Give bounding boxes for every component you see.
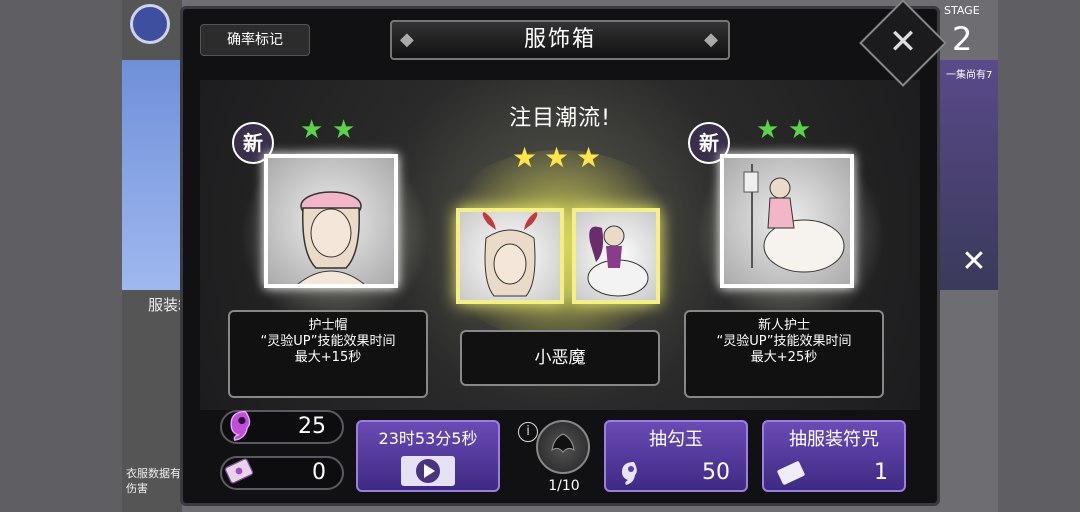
modal-title: 服饰箱 [390,20,730,60]
draw-magatama-label: 抽勾玉 [649,429,703,450]
stage-label: STAGE [944,4,980,17]
free-timer-label: 23时53分5秒 [378,429,478,448]
featured-heading: 注目潮流! [509,106,611,131]
center-stars: ★ ★ ★ [512,141,602,174]
info-icon[interactable]: i [518,422,538,442]
magatama-icon [230,410,251,441]
star-icon: ★ [512,141,538,174]
video-ad-icon [401,456,455,486]
gacha-emblem-icon [536,420,590,474]
star-icon: ★ [332,115,356,145]
right-stars: ★ ★ [756,115,812,145]
probability-button[interactable]: 确率标记 [200,24,310,56]
little-devil-full-card[interactable] [572,208,660,304]
star-icon: ★ [300,115,324,145]
left-item-effect: “灵验UP”技能效果时间 [260,334,396,349]
background-bottom-text: 衣服数据有伤害 [126,467,181,495]
little-devil-head-portrait-icon [482,212,538,297]
star-icon: ★ [544,141,570,174]
stage-number: 2 [952,20,973,58]
draw-charm-cost: 1 [874,460,888,485]
background-right-edge [998,0,1080,512]
charm-cost-icon [777,461,805,485]
little-devil-head-card[interactable] [456,208,564,304]
free-timer-button[interactable]: 23时53分5秒 [356,420,500,492]
left-item-name: 护士帽 [308,318,348,333]
background-close-icon: ✕ [961,244,987,279]
star-icon: ★ [756,115,780,145]
stage-note: 一集尚有7 [946,70,993,81]
draw-magatama-cost: 50 [702,460,730,485]
background-spirit-icon [130,4,170,44]
right-item-effect: “灵验UP”技能效果时间 [716,334,852,349]
charm-ticket-icon [224,458,254,484]
magatama-cost-icon [622,462,637,485]
background-left-edge [0,0,122,512]
left-stars: ★ ★ [300,115,356,145]
draw-charm-label: 抽服装符咒 [789,429,879,450]
nurse-cap-card[interactable] [264,154,398,288]
right-item-description: 新人护士 “灵验UP”技能效果时间 最大+25秒 [684,310,884,398]
right-item-bonus: 最大+25秒 [750,350,818,365]
nurse-cap-portrait-icon [297,191,365,284]
star-icon: ★ [788,115,812,145]
new-nurse-card[interactable] [720,154,854,288]
center-item-name: 小恶魔 [460,330,660,386]
little-devil-full-portrait-icon [587,225,649,297]
star-icon: ★ [576,141,602,174]
new-nurse-portrait-icon [743,164,845,273]
close-icon[interactable]: ✕ [872,12,934,74]
right-item-name: 新人护士 [757,318,810,333]
background-sky-left [122,60,182,290]
draw-magatama-button[interactable]: 抽勾玉 50 [604,420,748,492]
draw-progress: 1/10 [548,478,580,494]
left-item-bonus: 最大+15秒 [294,350,362,365]
draw-charm-button[interactable]: 抽服装符咒 1 [762,420,906,492]
left-item-description: 护士帽 “灵验UP”技能效果时间 最大+15秒 [228,310,428,398]
